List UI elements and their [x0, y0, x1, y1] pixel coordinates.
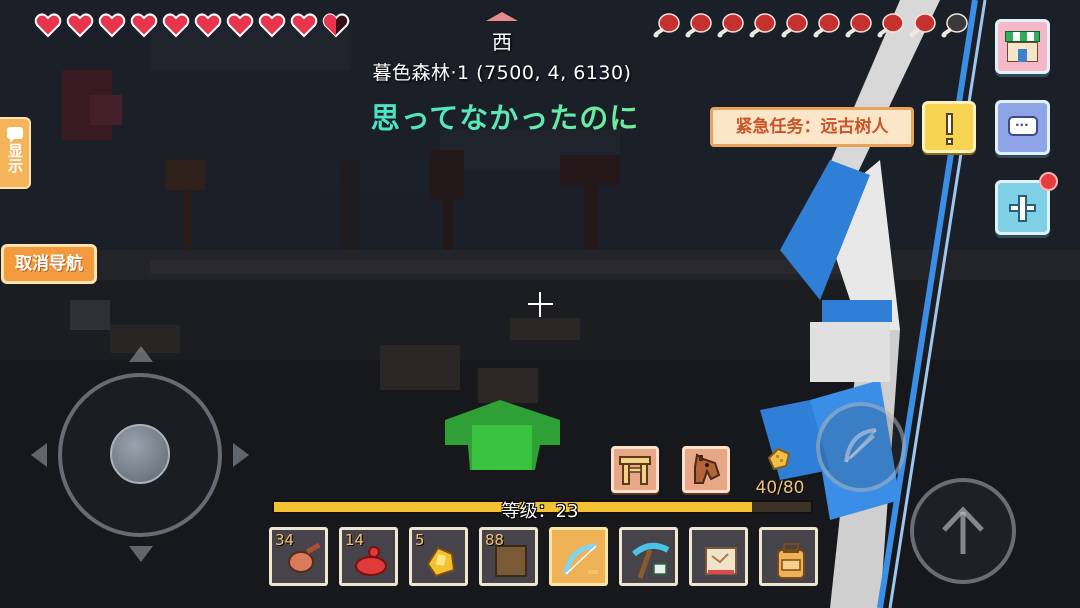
hotbar-slot-1[interactable]: 34: [269, 527, 328, 586]
bow-icon: [563, 543, 598, 575]
hunger-bar: [652, 12, 969, 39]
workbench-icon: [619, 456, 651, 485]
lyric-subtitle: 思ってなかったのに: [290, 95, 720, 137]
compass-direction: 西: [492, 30, 512, 54]
meat-icon: [717, 13, 744, 38]
hunger-counter: 40/80: [755, 478, 805, 498]
plus-icon-vertical: [1018, 195, 1027, 222]
quest-alert-button[interactable]: [922, 101, 976, 153]
hotbar-slot-5[interactable]: [549, 527, 608, 586]
mount-horse-button[interactable]: [682, 446, 730, 493]
gold-ore-icon: [426, 546, 456, 578]
emergency-quest-banner[interactable]: 紧急任务：远古树人: [710, 107, 914, 147]
item-count: 88: [485, 531, 505, 549]
exclamation-dot: [946, 138, 953, 145]
chat-bubble-icon: [6, 127, 23, 143]
cancel-navigation-button[interactable]: 取消导航: [1, 244, 97, 284]
hotbar: 34 14 5 88: [269, 527, 818, 586]
half-heart-icon: [322, 13, 350, 38]
joystick-left-arrow-icon: [31, 443, 47, 467]
chat-icon: [1008, 115, 1038, 136]
joystick-down-arrow-icon: [129, 546, 153, 562]
heart-icon: [290, 13, 318, 38]
chat-button[interactable]: [995, 100, 1050, 155]
bread-icon: [767, 447, 791, 471]
hotbar-slot-8[interactable]: [759, 527, 818, 586]
jump-button[interactable]: [910, 478, 1016, 584]
show-panel-label: 显示: [6, 143, 24, 173]
meat-icon: [877, 13, 904, 38]
heart-icon: [98, 13, 126, 38]
heart-icon: [130, 13, 158, 38]
joystick-right-arrow-icon: [233, 443, 249, 467]
item-count: 34: [275, 531, 295, 549]
hotbar-slot-4[interactable]: 88: [479, 527, 538, 586]
location-coordinates: 暮色森林·1 (7500, 4, 6130): [372, 62, 632, 84]
meat-icon: [845, 13, 872, 38]
pickaxe-icon: [632, 542, 670, 579]
compass-marker-icon: [486, 12, 518, 21]
item-count: 14: [345, 531, 365, 549]
hotbar-slot-2[interactable]: 14: [339, 527, 398, 586]
health-bar: [34, 12, 350, 38]
map-scroll-icon: [705, 547, 737, 575]
shop-button[interactable]: [995, 19, 1050, 74]
horse-icon: [694, 453, 721, 484]
meat-icon: [749, 13, 776, 38]
workbench-button[interactable]: [611, 446, 659, 493]
heart-icon: [226, 13, 254, 38]
bow-aim-icon: [844, 428, 877, 463]
show-panel-tab[interactable]: 显示: [0, 117, 31, 189]
item-count: 5: [415, 531, 425, 549]
meat-icon: [653, 13, 680, 38]
heart-icon: [258, 13, 286, 38]
crosshair-icon-vertical: [539, 292, 541, 317]
heart-icon: [194, 13, 222, 38]
notification-dot: [1039, 172, 1058, 191]
empty-meat-icon: [941, 13, 968, 38]
up-arrow-icon: [942, 506, 984, 554]
heart-icon: [34, 13, 62, 38]
exclamation-icon: [946, 113, 953, 135]
hotbar-slot-7[interactable]: [689, 527, 748, 586]
heart-icon: [66, 13, 94, 38]
meat-icon: [685, 13, 712, 38]
backpack-icon: [777, 543, 805, 579]
shop-icon: [1005, 31, 1040, 42]
joystick-up-arrow-icon: [129, 346, 153, 362]
meat-icon: [813, 13, 840, 38]
shop-icon-door: [1018, 49, 1027, 62]
hotbar-slot-3[interactable]: 5: [409, 527, 468, 586]
aim-bow-button[interactable]: [816, 402, 906, 492]
player-level: 等级：23: [501, 501, 579, 522]
hotbar-slot-6[interactable]: [619, 527, 678, 586]
joystick-knob[interactable]: [110, 424, 170, 484]
meat-icon: [909, 13, 936, 38]
heart-icon: [162, 13, 190, 38]
meat-icon: [781, 13, 808, 38]
